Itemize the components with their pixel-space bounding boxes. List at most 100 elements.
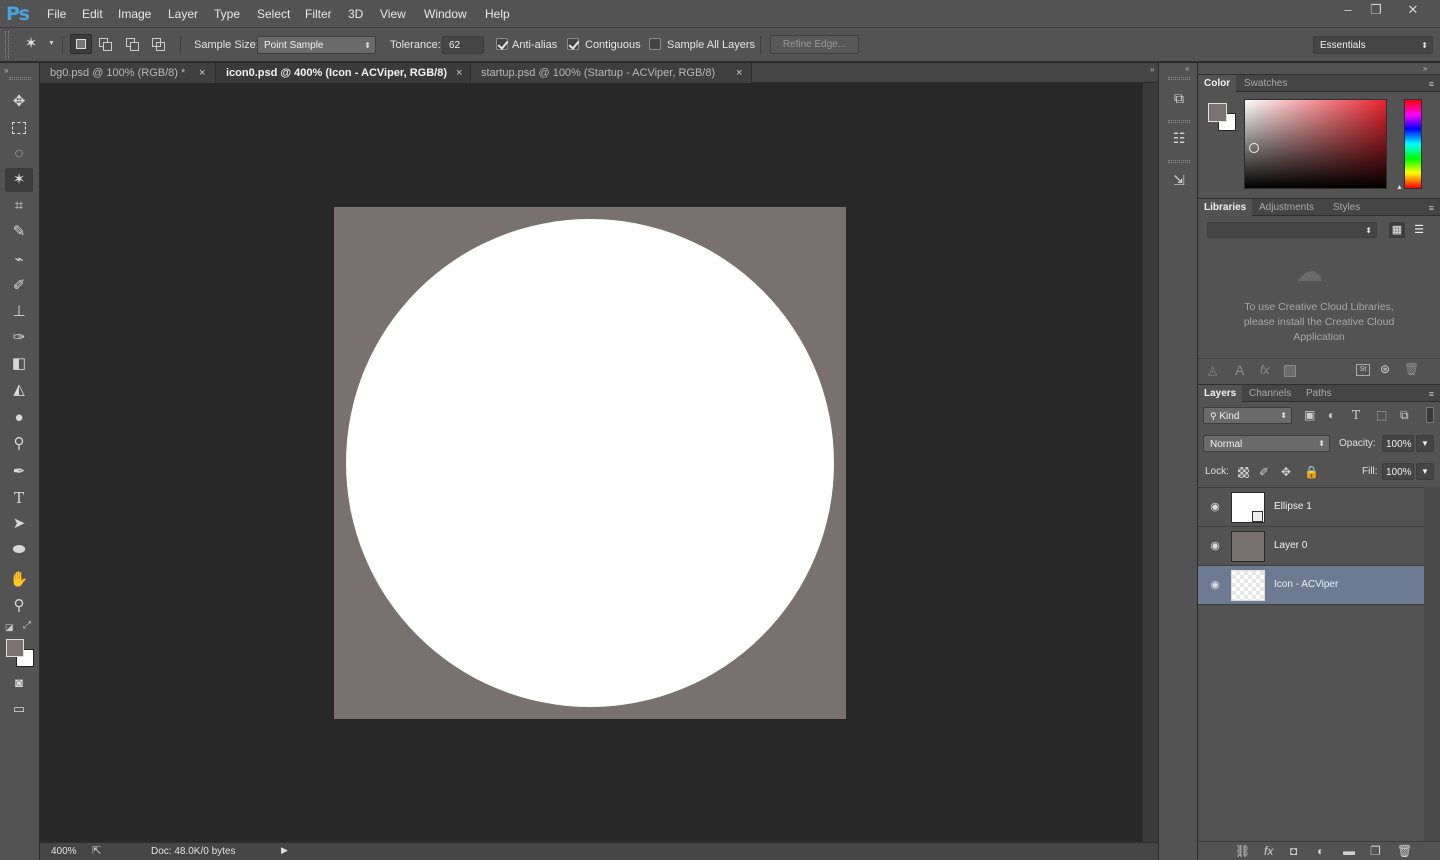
sample-all-layers-checkbox[interactable] [649, 38, 661, 50]
filter-type-icon[interactable]: T [1352, 408, 1360, 422]
filter-shape-icon[interactable]: ⬚ [1376, 408, 1387, 422]
menu-window[interactable]: Window [424, 7, 467, 21]
crop-tool-icon[interactable]: ⌗ [5, 194, 33, 218]
preset-dropdown-icon[interactable]: ▼ [48, 40, 55, 47]
color-spectrum-field[interactable] [1244, 99, 1387, 189]
layer-row[interactable]: ◉ Layer 0 [1198, 527, 1424, 566]
quick-mask-icon[interactable]: ◙ [5, 671, 33, 695]
menu-help[interactable]: Help [485, 7, 510, 21]
collapse-icon[interactable]: » [1150, 65, 1154, 74]
panel-menu-icon[interactable]: ≡ [1429, 203, 1434, 213]
restore-button[interactable]: ❐ [1363, 2, 1389, 20]
expand-panels-icon[interactable]: « [1185, 64, 1189, 73]
grid-view-icon[interactable]: ▦ [1389, 222, 1405, 238]
hue-slider[interactable] [1404, 99, 1422, 189]
tab-close-icon[interactable]: × [456, 63, 462, 83]
tab-color[interactable]: Color [1198, 75, 1237, 92]
marquee-tool-icon[interactable] [5, 116, 33, 140]
tab-icon0[interactable]: icon0.psd @ 400% (Icon - ACViper, RGB/8) [216, 63, 471, 83]
tab-bg0[interactable]: bg0.psd @ 100% (RGB/8) * [40, 63, 216, 83]
add-color-icon[interactable] [1284, 365, 1296, 377]
properties-panel-icon[interactable]: ☷ [1167, 126, 1191, 150]
delete-library-icon[interactable]: 🗑 [1404, 362, 1419, 376]
hue-slider-handle[interactable]: ▲ [1396, 184, 1403, 191]
eyedropper-tool-icon[interactable]: ✎ [5, 220, 33, 244]
menu-edit[interactable]: Edit [82, 7, 103, 21]
lock-all-icon[interactable]: 🔒 [1304, 465, 1319, 479]
filter-adjustment-icon[interactable]: ◐ [1328, 408, 1335, 422]
move-tool-icon[interactable]: ✥ [5, 90, 33, 114]
eraser-tool-icon[interactable]: ◧ [5, 352, 33, 376]
magic-wand-tool-icon[interactable]: ✶ [5, 168, 33, 192]
document-canvas[interactable] [334, 207, 846, 719]
lock-image-icon[interactable]: ✐ [1259, 465, 1269, 479]
layers-scrollbar[interactable] [1424, 487, 1440, 841]
link-layers-icon[interactable]: ⛓ [1235, 844, 1250, 858]
color-fg-swatch[interactable] [1208, 103, 1227, 122]
list-view-icon[interactable]: ☰ [1411, 222, 1427, 238]
collapse-panels-icon[interactable]: » [1423, 64, 1427, 73]
blend-mode-select[interactable]: Normal ⬍ [1203, 435, 1330, 452]
history-panel-icon[interactable]: ⧉ [1167, 86, 1191, 110]
ellipse-tool-icon[interactable]: ⬬ [5, 538, 33, 562]
hand-tool-icon[interactable]: ✋ [5, 568, 33, 592]
panel-menu-icon[interactable]: ≡ [1429, 389, 1434, 399]
sample-size-select[interactable]: Point Sample ⬍ [257, 36, 376, 54]
menu-filter[interactable]: Filter [305, 7, 332, 21]
filter-smart-object-icon[interactable]: ⧉ [1400, 408, 1409, 423]
layer-row[interactable]: ◉ Icon - ACViper [1198, 566, 1424, 605]
lock-position-icon[interactable]: ✥ [1281, 465, 1291, 479]
contiguous-checkbox[interactable] [567, 38, 579, 50]
delete-layer-icon[interactable]: 🗑 [1397, 844, 1412, 858]
tab-close-icon[interactable]: × [736, 63, 742, 83]
menu-image[interactable]: Image [118, 7, 151, 21]
healing-brush-tool-icon[interactable]: ⌁ [5, 248, 33, 272]
menu-view[interactable]: View [380, 7, 406, 21]
export-icon[interactable]: ⇱ [92, 844, 101, 857]
tab-adjustments[interactable]: Adjustments [1253, 199, 1320, 216]
add-layer-style-icon[interactable]: fx [1260, 363, 1269, 377]
layer-row[interactable]: ◉ Ellipse 1 [1198, 488, 1424, 527]
screen-mode-icon[interactable]: ▭ [5, 697, 33, 721]
menu-select[interactable]: Select [257, 7, 290, 21]
foreground-color-swatch[interactable] [6, 639, 24, 657]
tab-layers[interactable]: Layers [1198, 385, 1243, 402]
add-mask-icon[interactable]: ◘ [1290, 844, 1297, 858]
menu-file[interactable]: File [47, 7, 66, 21]
pen-tool-icon[interactable]: ✒ [5, 460, 33, 484]
tab-paths[interactable]: Paths [1300, 385, 1338, 402]
menu-3d[interactable]: 3D [348, 7, 363, 21]
lock-transparent-icon[interactable] [1238, 467, 1249, 478]
filter-kind-select[interactable]: ⚲ Kind ⬍ [1203, 407, 1292, 424]
tolerance-input[interactable]: 62 [442, 36, 484, 54]
tab-channels[interactable]: Channels [1243, 385, 1297, 402]
new-group-icon[interactable]: ▬ [1343, 844, 1355, 858]
collapse-toolbar-icon[interactable]: » [4, 66, 8, 75]
zoom-level[interactable]: 400% [51, 846, 77, 857]
brush-tool-icon[interactable]: ✐ [5, 274, 33, 298]
tab-styles[interactable]: Styles [1327, 199, 1366, 216]
new-selection-button[interactable] [70, 34, 92, 54]
lasso-tool-icon[interactable]: ◌ [5, 142, 33, 166]
filter-pixel-icon[interactable]: ▣ [1304, 408, 1315, 422]
add-graphic-icon[interactable]: ◬ [1208, 363, 1217, 377]
swap-colors-icon[interactable]: ⤢ [23, 620, 31, 631]
refine-edge-button[interactable]: Refine Edge... [770, 35, 859, 54]
filter-toggle[interactable] [1426, 407, 1434, 423]
fill-input[interactable]: 100% [1382, 463, 1414, 480]
visibility-eye-icon[interactable]: ◉ [1208, 500, 1222, 514]
anti-alias-checkbox[interactable] [496, 38, 508, 50]
add-text-style-icon[interactable]: A [1235, 362, 1244, 378]
opacity-dropdown[interactable]: ▼ [1416, 435, 1434, 452]
new-layer-icon[interactable]: ❐ [1370, 844, 1381, 858]
menu-layer[interactable]: Layer [168, 7, 198, 21]
minimize-button[interactable]: – [1335, 2, 1361, 20]
visibility-eye-icon[interactable]: ◉ [1208, 578, 1222, 592]
stock-icon[interactable]: St [1356, 364, 1370, 376]
tab-libraries[interactable]: Libraries [1198, 199, 1253, 216]
paint-bucket-tool-icon[interactable]: ◭ [5, 378, 33, 402]
tab-swatches[interactable]: Swatches [1238, 75, 1293, 92]
panel-menu-icon[interactable]: ≡ [1429, 79, 1434, 89]
dodge-tool-icon[interactable]: ⚲ [5, 432, 33, 456]
zoom-tool-icon[interactable]: ⚲ [5, 594, 33, 618]
